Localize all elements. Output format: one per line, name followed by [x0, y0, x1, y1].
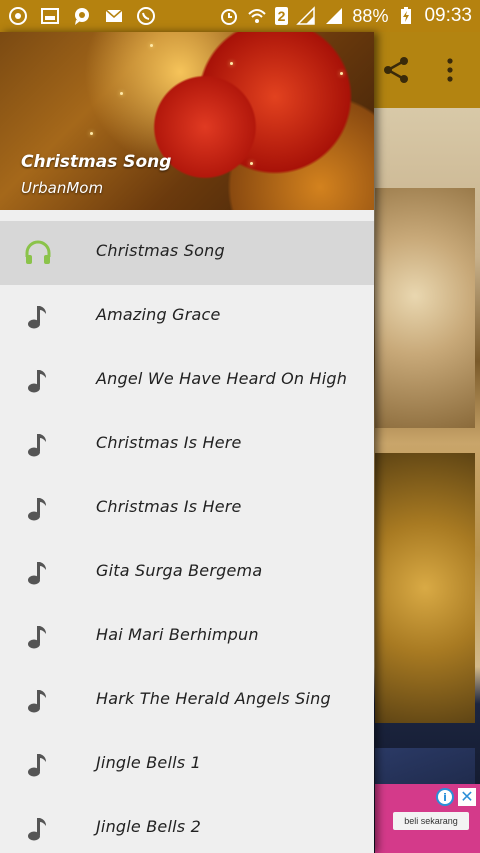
song-item-jingle-bells-2[interactable]: Jingle Bells 2	[0, 797, 374, 853]
drawer-title: Christmas Song	[21, 152, 172, 172]
clock: 09:33	[424, 5, 472, 26]
sim-slot-badge: 2	[274, 7, 289, 25]
song-item-christmas-is-here-1[interactable]: Christmas Is Here	[0, 413, 374, 477]
song-label: Hai Mari Berhimpun	[96, 625, 259, 644]
sparkle	[250, 162, 253, 165]
drawer-header: Christmas Song UrbanMom	[0, 32, 374, 210]
music-note-icon	[24, 751, 52, 779]
song-label: Amazing Grace	[96, 305, 221, 324]
song-item-christmas-song[interactable]: Christmas Song	[0, 221, 374, 285]
ad-banner[interactable]: i ✕ beli sekarang	[375, 784, 480, 853]
music-note-icon	[24, 623, 52, 651]
ad-buy-button[interactable]: beli sekarang	[393, 812, 469, 830]
music-note-icon	[24, 367, 52, 395]
song-list: Christmas Song Amazing Grace Angel We Ha…	[0, 221, 374, 853]
song-label: Christmas Is Here	[96, 433, 242, 452]
signal-icon	[296, 6, 316, 26]
song-label: Hark The Herald Angels Sing	[96, 689, 331, 708]
drawer-subtitle: UrbanMom	[21, 179, 104, 197]
song-label: Jingle Bells 1	[96, 753, 201, 772]
sparkle	[150, 44, 153, 47]
sparkle	[90, 132, 93, 135]
music-note-icon	[24, 495, 52, 523]
song-label: Christmas Is Here	[96, 497, 242, 516]
song-item-christmas-is-here-2[interactable]: Christmas Is Here	[0, 477, 374, 541]
song-item-hark-the-herald[interactable]: Hark The Herald Angels Sing	[0, 669, 374, 733]
song-label: Angel We Have Heard On High	[96, 369, 348, 388]
share-icon[interactable]	[380, 54, 412, 86]
music-note-icon	[24, 431, 52, 459]
music-note-icon	[24, 303, 52, 331]
ad-close-icon[interactable]: ✕	[458, 788, 476, 806]
wifi-icon	[247, 6, 267, 26]
status-bar: 2 88% 09:33	[0, 0, 480, 32]
song-item-jingle-bells-1[interactable]: Jingle Bells 1	[0, 733, 374, 797]
battery-charging-icon	[396, 6, 416, 26]
ad-info-icon[interactable]: i	[436, 788, 454, 806]
gallery-icon	[40, 6, 60, 26]
music-note-icon	[24, 687, 52, 715]
music-note-icon	[24, 815, 52, 843]
navigation-drawer: Christmas Song UrbanMom Christmas Song A…	[0, 32, 374, 853]
signal-icon-2	[324, 6, 344, 26]
song-label: Jingle Bells 2	[96, 817, 201, 836]
song-label: Gita Surga Bergema	[96, 561, 263, 580]
sparkle	[340, 72, 343, 75]
mail-icon	[104, 6, 124, 26]
chat-icon	[72, 6, 92, 26]
sync-icon	[8, 6, 28, 26]
background-image-card	[375, 188, 475, 428]
background-image-card	[375, 453, 475, 723]
sparkle	[230, 62, 233, 65]
sparkle	[120, 92, 123, 95]
song-item-amazing-grace[interactable]: Amazing Grace	[0, 285, 374, 349]
alarm-icon	[219, 6, 239, 26]
headphones-icon	[24, 239, 52, 267]
song-label: Christmas Song	[96, 241, 225, 260]
battery-percent: 88%	[352, 5, 389, 26]
song-item-angel-we-have-heard[interactable]: Angel We Have Heard On High	[0, 349, 374, 413]
song-item-gita-surga-bergema[interactable]: Gita Surga Bergema	[0, 541, 374, 605]
song-item-hai-mari-berhimpun[interactable]: Hai Mari Berhimpun	[0, 605, 374, 669]
music-note-icon	[24, 559, 52, 587]
whatsapp-icon	[136, 6, 156, 26]
more-options-icon[interactable]	[440, 54, 460, 86]
